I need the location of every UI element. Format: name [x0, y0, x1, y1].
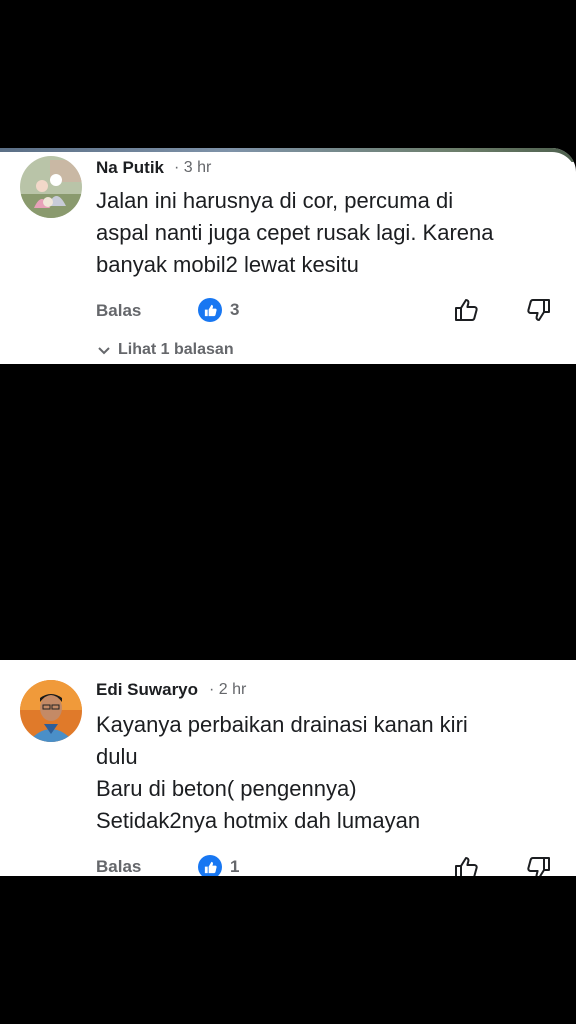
- comment-card: Na Putik · 3 hr Jalan ini harusnya di co…: [0, 148, 576, 364]
- reaction-count: 3: [230, 300, 240, 319]
- thumbs-down-icon[interactable]: [523, 295, 553, 325]
- reply-button[interactable]: Balas: [96, 857, 141, 876]
- comment-time: · 2 hr: [209, 681, 247, 698]
- comment-line: aspal nanti juga cepet rusak lagi. Karen…: [96, 220, 494, 245]
- view-replies-link[interactable]: Lihat 1 balasan: [96, 341, 234, 359]
- reaction-summary[interactable]: 1: [198, 855, 239, 876]
- comment-line: Kayanya perbaikan drainasi kanan kiri: [96, 712, 468, 737]
- chevron-down-icon: [98, 347, 110, 355]
- like-icon: [198, 855, 222, 876]
- comment-line: Jalan ini harusnya di cor, percuma di: [96, 188, 454, 213]
- reply-button[interactable]: Balas: [96, 301, 141, 321]
- comment-time: · 3 hr: [174, 159, 212, 176]
- thumbs-down-icon[interactable]: [523, 853, 553, 876]
- comment-line: Baru di beton( pengennya): [96, 776, 357, 801]
- view-replies-label: Lihat 1 balasan: [118, 341, 234, 358]
- comment-text: Jalan ini harusnya di cor, percuma di as…: [96, 185, 556, 281]
- comment-card: Edi Suwaryo · 2 hr Kayanya perbaikan dra…: [0, 660, 576, 876]
- thumbs-up-icon[interactable]: [452, 853, 482, 876]
- comment-line: dulu: [96, 744, 138, 769]
- like-icon: [198, 298, 222, 322]
- reaction-count: 1: [230, 857, 240, 876]
- comment-author[interactable]: Edi Suwaryo: [96, 680, 198, 700]
- comment-line: banyak mobil2 lewat kesitu: [96, 252, 359, 277]
- comment-line: Setidak2nya hotmix dah lumayan: [96, 808, 421, 833]
- reaction-summary[interactable]: 3: [198, 298, 239, 322]
- avatar[interactable]: [20, 156, 82, 218]
- comment-author[interactable]: Na Putik: [96, 158, 164, 178]
- comment-body: Na Putik · 3 hr Jalan ini harusnya di co…: [0, 152, 576, 364]
- comment-text: Kayanya perbaikan drainasi kanan kiri du…: [96, 709, 556, 837]
- avatar[interactable]: [20, 680, 82, 742]
- thumbs-up-icon[interactable]: [452, 295, 482, 325]
